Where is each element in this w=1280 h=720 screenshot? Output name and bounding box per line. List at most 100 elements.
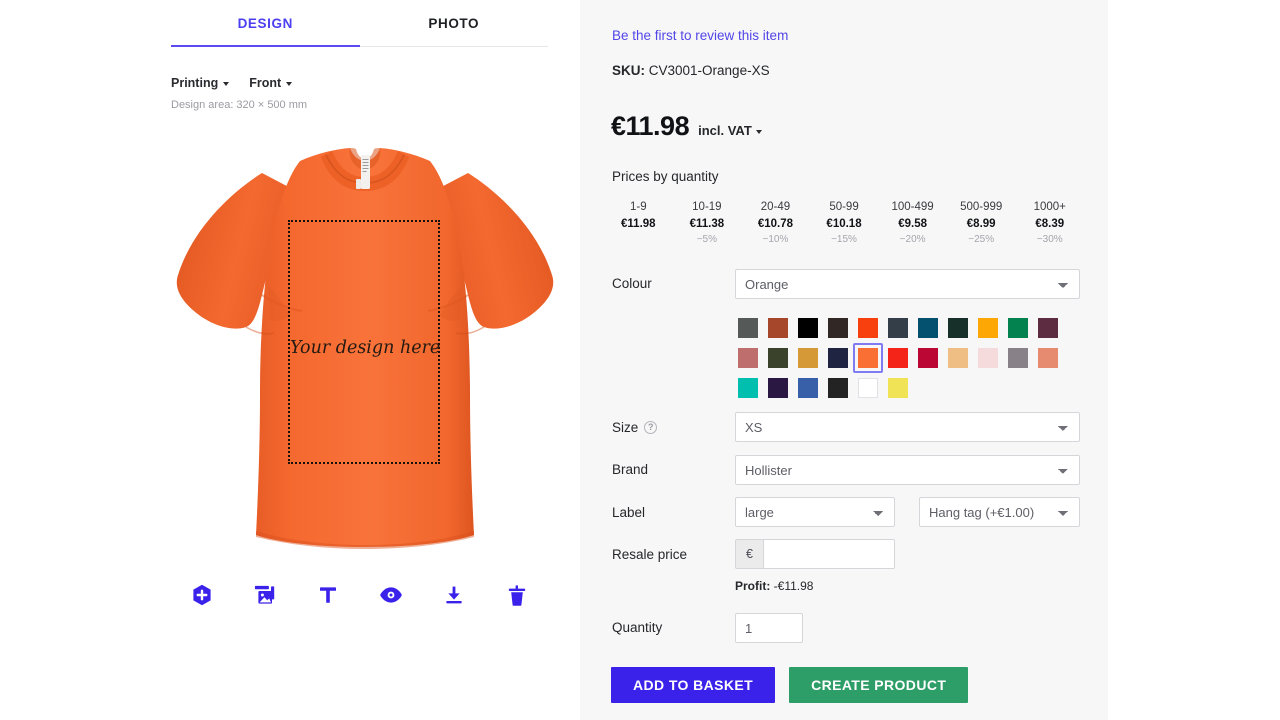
quantity-range: 10-19 — [692, 201, 722, 213]
tier-price: €8.99 — [966, 218, 996, 230]
colour-swatch-cardinal[interactable] — [913, 343, 943, 373]
brand-select[interactable]: Hollister — [735, 455, 1080, 485]
side-dropdown[interactable]: Front — [249, 76, 293, 90]
colour-swatch-peach[interactable] — [943, 343, 973, 373]
tier-discount: −25% — [968, 234, 995, 245]
quantity-prices-title: Prices by quantity — [612, 169, 719, 184]
currency-prefix: € — [735, 539, 763, 569]
colour-swatch-storm-grey[interactable] — [1003, 343, 1033, 373]
add-to-basket-button[interactable]: ADD TO BASKET — [611, 667, 776, 703]
side-dropdown-label: Front — [249, 76, 282, 90]
quantity-price-column[interactable]: 50-99 €10.18 −15% — [810, 199, 879, 247]
quantity-range: 500-999 — [960, 201, 1003, 213]
resale-price-label: Resale price — [612, 547, 688, 562]
colour-swatch-grid — [733, 313, 1085, 403]
colour-swatch-teal[interactable] — [733, 373, 763, 403]
colour-swatch-kelly-green[interactable] — [1003, 313, 1033, 343]
add-image-button[interactable] — [234, 585, 297, 605]
size-label-text: Size — [612, 420, 639, 435]
tab-design[interactable]: DESIGN — [171, 0, 360, 47]
label-label: Label — [612, 505, 646, 520]
product-action-buttons: ADD TO BASKET CREATE PRODUCT — [611, 667, 969, 703]
resale-price-input[interactable] — [763, 539, 895, 569]
printing-dropdown-label: Printing — [171, 76, 219, 90]
shirt-mockup-canvas[interactable]: Your design here — [150, 135, 580, 555]
colour-swatch-dark-chocolate[interactable] — [823, 313, 853, 343]
colour-swatch-dusty-rose[interactable] — [733, 343, 763, 373]
colour-swatch-olive[interactable] — [763, 343, 793, 373]
quantity-range: 100-499 — [891, 201, 934, 213]
help-icon[interactable]: ? — [644, 421, 658, 434]
quantity-price-column[interactable]: 100-499 €9.58 −20% — [878, 199, 947, 247]
quantity-price-column[interactable]: 10-19 €11.38 −5% — [673, 199, 742, 247]
colour-swatch-orange[interactable] — [853, 343, 883, 373]
add-element-button[interactable] — [171, 584, 234, 606]
unit-price: €11.98 — [611, 111, 690, 141]
colour-swatch-dark-forest[interactable] — [943, 313, 973, 343]
profit-value: -€11.98 — [773, 579, 814, 593]
colour-swatch-yellow[interactable] — [883, 373, 913, 403]
colour-swatch-royal-blue[interactable] — [793, 373, 823, 403]
colour-swatch-blush[interactable] — [973, 343, 1003, 373]
colour-select[interactable]: Orange — [735, 269, 1080, 299]
vat-toggle[interactable]: incl. VAT — [698, 123, 762, 138]
tier-price: €11.38 — [689, 218, 725, 230]
colour-swatch-charcoal[interactable] — [823, 373, 853, 403]
tier-price: €8.39 — [1035, 218, 1065, 230]
colour-swatch-coral[interactable] — [1033, 343, 1063, 373]
brand-label: Brand — [612, 462, 649, 477]
tier-discount: −20% — [899, 234, 926, 245]
colour-swatch-red[interactable] — [883, 343, 913, 373]
chevron-down-icon — [223, 82, 230, 86]
colour-swatch-amber[interactable] — [973, 313, 1003, 343]
quantity-range: 1-9 — [629, 201, 647, 213]
text-icon — [320, 587, 337, 603]
quantity-price-column[interactable]: 500-999 €8.99 −25% — [947, 199, 1016, 247]
colour-swatch-rust[interactable] — [763, 313, 793, 343]
download-button[interactable] — [422, 585, 485, 605]
colour-swatch-white[interactable] — [853, 373, 883, 403]
colour-swatch-slate[interactable] — [883, 313, 913, 343]
quantity-price-column[interactable]: 20-49 €10.78 −10% — [741, 199, 810, 247]
colour-swatch-maroon-plum[interactable] — [1033, 313, 1063, 343]
quantity-range: 50-99 — [829, 201, 859, 213]
hexagon-plus-icon — [193, 584, 212, 606]
colour-swatch-black[interactable] — [793, 313, 823, 343]
profit-line: Profit: -€11.98 — [735, 579, 813, 593]
design-area-boundary[interactable]: Your design here — [288, 220, 440, 464]
quantity-input[interactable] — [735, 613, 803, 643]
sku-value: CV3001-Orange-XS — [648, 63, 770, 78]
size-select[interactable]: XS — [735, 412, 1080, 442]
tier-discount: −30% — [1036, 234, 1063, 245]
label-size-select[interactable]: large — [735, 497, 895, 527]
resale-price-group: € — [735, 539, 895, 569]
download-icon — [446, 586, 462, 604]
colour-swatch-mustard[interactable] — [793, 343, 823, 373]
colour-swatch-bright-orange[interactable] — [853, 313, 883, 343]
create-product-button[interactable]: CREATE PRODUCT — [789, 667, 969, 703]
label-type-select[interactable]: Hang tag (+€1.00) — [919, 497, 1080, 527]
colour-label: Colour — [612, 276, 652, 291]
tier-price: €10.18 — [826, 218, 862, 230]
delete-button[interactable] — [485, 584, 548, 606]
tab-photo[interactable]: PHOTO — [360, 0, 549, 47]
price-row: €11.98 incl. VAT — [611, 111, 762, 142]
quantity-price-column[interactable]: 1000+ €8.39 −30% — [1015, 199, 1084, 247]
colour-swatch-petrol-blue[interactable] — [913, 313, 943, 343]
tier-discount: −5% — [696, 234, 718, 245]
designer-panel: DESIGN PHOTO Printing Front Design area:… — [0, 0, 580, 720]
tier-discount: −15% — [831, 234, 857, 245]
sku-label: SKU: — [612, 63, 645, 78]
colour-swatch-deep-purple[interactable] — [763, 373, 793, 403]
quantity-range: 20-49 — [760, 201, 791, 213]
tier-price: €10.78 — [757, 218, 794, 230]
colour-swatch-asphalt[interactable] — [733, 313, 763, 343]
quantity-price-table: 1-9 €11.98 10-19 €11.38 −5% 20-49 €10.78… — [604, 199, 1084, 247]
add-text-button[interactable] — [297, 585, 360, 605]
sku-row: SKU: CV3001-Orange-XS — [612, 63, 770, 78]
colour-swatch-navy[interactable] — [823, 343, 853, 373]
quantity-price-column[interactable]: 1-9 €11.98 — [604, 199, 673, 247]
printing-dropdown[interactable]: Printing — [171, 76, 230, 90]
write-review-link[interactable]: Be the first to review this item — [612, 28, 788, 43]
preview-button[interactable] — [359, 586, 422, 604]
